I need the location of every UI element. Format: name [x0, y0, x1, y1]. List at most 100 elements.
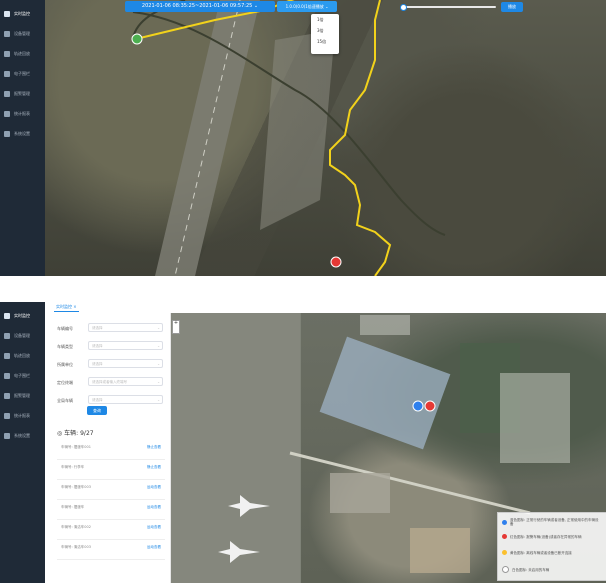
- sidebar-item-label: 实时监控: [14, 313, 30, 318]
- location-pin-icon: [4, 51, 10, 57]
- sidebar-item-alarm[interactable]: 报警管理: [0, 386, 45, 406]
- progress-slider[interactable]: [400, 4, 496, 11]
- chevron-down-icon: ⌄: [157, 326, 160, 330]
- speed-option[interactable]: 3倍: [311, 25, 339, 36]
- sidebar-item-settings[interactable]: 系统设置: [0, 124, 45, 144]
- alarm-bell-icon: [4, 393, 10, 399]
- playback-toolbar: 2021-01-06 08:35:25~2021-01-06 09:57:25 …: [45, 0, 606, 54]
- building: [410, 528, 470, 573]
- sidebar-item-settings[interactable]: 系统设置: [0, 426, 45, 446]
- sidebar-item-report[interactable]: 统计报表: [0, 104, 45, 124]
- placeholder: 请选择或者输入终端号: [92, 380, 127, 384]
- vehicle-action-link[interactable]: 运动查看: [147, 525, 161, 530]
- vehicle-name: 车辆号: 摆渡车003: [61, 485, 91, 489]
- global-vehicle-select[interactable]: 请选择 ⌄: [88, 395, 163, 404]
- vehicle-action-link[interactable]: 运动查看: [147, 505, 161, 510]
- vehicle-marker-red-icon[interactable]: [424, 400, 436, 412]
- zoom-control[interactable]: +: [172, 320, 180, 334]
- sidebar-item-label: 实时监控: [14, 11, 30, 16]
- vehicle-action-link[interactable]: 运动查看: [147, 485, 161, 490]
- vehicle-type-select[interactable]: 请选择 ⌄: [88, 341, 163, 350]
- speed-option[interactable]: 15倍: [311, 36, 339, 47]
- chart-icon: [4, 413, 10, 419]
- monitor-icon: [4, 313, 10, 319]
- gear-icon: [4, 131, 10, 137]
- speed-select[interactable]: 1.0.0(0.0)1倍速播放 ⌄: [277, 1, 337, 12]
- sidebar-item-label: 轨迹回放: [14, 353, 30, 358]
- speed-option[interactable]: 1倍: [311, 14, 339, 25]
- tab-monitor[interactable]: 实时监控 ×: [54, 303, 79, 312]
- car-icon: ◎: [57, 430, 63, 437]
- close-icon[interactable]: ×: [73, 304, 76, 309]
- tab-label: 实时监控: [56, 304, 72, 309]
- sidebar-item-report[interactable]: 统计报表: [0, 406, 45, 426]
- monitor-screen: 实时监控 设备管理 轨迹回放 电子围栏 报警管理 统计报表 系统设置 实时监控 …: [0, 302, 606, 583]
- sidebar-item-device[interactable]: 设备管理: [0, 24, 45, 44]
- speed-dropdown: 1倍 3倍 15倍: [311, 14, 339, 54]
- list-item[interactable]: 车辆号: 行李车 静止查看: [57, 459, 165, 480]
- chevron-down-icon: ⌄: [157, 380, 160, 384]
- list-item[interactable]: 车辆号: 清洁车003 运动查看: [57, 539, 165, 560]
- sidebar-item-label: 系统设置: [14, 433, 30, 438]
- sidebar: 实时监控 设备管理 轨迹回放 电子围栏 报警管理 统计报表 系统设置: [0, 0, 45, 276]
- time-range-picker[interactable]: 2021-01-06 08:35:25~2021-01-06 09:57:25 …: [125, 1, 275, 12]
- speed-select-text: 1.0.0(0.0)1倍速播放: [285, 4, 324, 9]
- field-label: 车辆编号: [57, 326, 73, 331]
- legend-item: 黄色图标: 离线车辆或者设备已断开连接: [502, 550, 600, 562]
- legend-item: 白色图标: 未启用的车辆: [502, 566, 602, 578]
- vehicle-marker-blue-icon[interactable]: [412, 400, 424, 412]
- end-marker-icon[interactable]: [330, 256, 342, 268]
- blue-dot-icon: [502, 519, 507, 525]
- search-panel: 车辆编号 请选择 ⌄ 车辆类型 请选择 ⌄ 所属单位 请选择 ⌄ 定位终端 请选择或者输入终端…: [45, 313, 171, 583]
- playback-screen: 实时监控 设备管理 轨迹回放 电子围栏 报警管理 统计报表 系统设置 2021-…: [0, 0, 606, 276]
- sidebar-item-label: 电子围栏: [14, 373, 30, 378]
- sidebar-item-track[interactable]: 轨迹回放: [0, 44, 45, 64]
- white-dot-icon: [502, 566, 509, 573]
- list-item[interactable]: 车辆号: 清洁车002 运动查看: [57, 519, 165, 540]
- device-icon: [4, 31, 10, 37]
- apron: [170, 313, 300, 583]
- vehicle-name: 车辆号: 摆渡车: [61, 505, 85, 509]
- unit-select[interactable]: 请选择 ⌄: [88, 359, 163, 368]
- sidebar-item-label: 报警管理: [14, 91, 30, 96]
- legend-text: 蓝色图标: 正常行驶的车辆或者设备, 正常使用中的车辆设备: [510, 518, 599, 526]
- query-button[interactable]: 查询: [87, 406, 107, 415]
- terminal-select[interactable]: 请选择或者输入终端号 ⌄: [88, 377, 163, 386]
- map-legend: 蓝色图标: 正常行驶的车辆或者设备, 正常使用中的车辆设备 红色图标: 报警车辆…: [497, 512, 606, 581]
- sidebar-item-label: 报警管理: [14, 393, 30, 398]
- play-button[interactable]: 播放: [501, 2, 523, 12]
- vehicle-action-link[interactable]: 静止查看: [147, 445, 161, 450]
- satellite-map[interactable]: 2021-01-06 08:35:25~2021-01-06 09:57:25 …: [45, 0, 606, 276]
- time-range-text: 2021-01-06 08:35:25~2021-01-06 09:57:25: [141, 3, 253, 9]
- legend-text: 白色图标: 未启用的车辆: [512, 567, 550, 572]
- vehicle-name: 车辆号: 行李车: [61, 465, 85, 469]
- device-icon: [4, 333, 10, 339]
- greenhouses: [500, 373, 570, 463]
- list-item[interactable]: 车辆号: 摆渡车 运动查看: [57, 499, 165, 520]
- red-dot-icon: [502, 534, 507, 539]
- list-item[interactable]: 车辆号: 摆渡车001 静止查看: [57, 439, 165, 460]
- chevron-down-icon: ⌄: [157, 362, 160, 366]
- sidebar-item-fence[interactable]: 电子围栏: [0, 366, 45, 386]
- vehicle-action-link[interactable]: 运动查看: [147, 545, 161, 550]
- monitor-icon: [4, 11, 10, 17]
- sidebar-item-track[interactable]: 轨迹回放: [0, 346, 45, 366]
- vehicle-count: ◎ 车辆: 9/27: [57, 428, 94, 437]
- list-item[interactable]: 车辆号: 摆渡车003 运动查看: [57, 479, 165, 500]
- fence-icon: [4, 373, 10, 379]
- yellow-dot-icon: [502, 550, 507, 555]
- vehicle-action-link[interactable]: 静止查看: [147, 465, 161, 470]
- sidebar-item-device[interactable]: 设备管理: [0, 326, 45, 346]
- track-line-route: [329, 0, 392, 276]
- sidebar-item-alarm[interactable]: 报警管理: [0, 84, 45, 104]
- sidebar-item-monitor[interactable]: 实时监控: [0, 306, 45, 326]
- field-label: 所属单位: [57, 362, 73, 367]
- legend-text: 黄色图标: 离线车辆或者设备已断开连接: [510, 550, 572, 555]
- legend-text: 红色图标: 报警车辆(设备)或者存在异常的车辆: [510, 534, 582, 539]
- start-marker-icon[interactable]: [131, 33, 143, 45]
- sidebar-item-monitor[interactable]: 实时监控: [0, 4, 45, 24]
- vehicle-no-select[interactable]: 请选择 ⌄: [88, 323, 163, 332]
- slider-handle[interactable]: [400, 4, 407, 11]
- legend-item: 红色图标: 报警车辆(设备)或者存在异常的车辆: [502, 534, 600, 546]
- sidebar-item-fence[interactable]: 电子围栏: [0, 64, 45, 84]
